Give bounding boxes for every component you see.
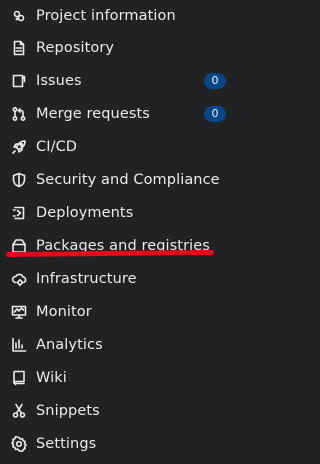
sidebar-item-ci-cd[interactable]: CI/CD: [0, 130, 253, 163]
cloud-gear-icon: [10, 270, 28, 288]
sidebar-item-infrastructure[interactable]: Infrastructure: [0, 262, 253, 295]
sidebar-item-label: Snippets: [36, 402, 100, 419]
sidebar-item-analytics[interactable]: Analytics: [0, 328, 253, 361]
sidebar-item-label: Monitor: [36, 303, 92, 320]
sidebar-item-wiki[interactable]: Wiki: [0, 361, 253, 394]
sidebar-item-monitor[interactable]: Monitor: [0, 295, 253, 328]
monitor-icon: [10, 303, 28, 321]
sidebar-item-label: Security and Compliance: [36, 171, 220, 188]
sidebar-item-deployments[interactable]: Deployments: [0, 196, 253, 229]
sidebar-item-label: Infrastructure: [36, 270, 137, 287]
sidebar-item-packages-and-registries[interactable]: Packages and registries: [0, 229, 253, 262]
issues-count-badge: 0: [204, 72, 226, 89]
sidebar-item-label: Repository: [36, 39, 115, 56]
sidebar-item-issues[interactable]: Issues 0: [0, 64, 253, 97]
document-icon: [10, 39, 28, 57]
sidebar-item-label: Merge requests: [36, 105, 150, 122]
project-icon: [10, 7, 28, 25]
sidebar-item-label: CI/CD: [36, 138, 78, 155]
project-sidebar: Project information Repository Issues 0 …: [0, 0, 253, 464]
sidebar-item-project-information[interactable]: Project information: [0, 0, 253, 32]
chart-icon: [10, 336, 28, 354]
deployments-icon: [10, 204, 28, 222]
sidebar-item-label: Analytics: [36, 336, 103, 353]
scissors-icon: [10, 402, 28, 420]
sidebar-item-repository[interactable]: Repository: [0, 31, 253, 64]
rocket-icon: [10, 138, 28, 156]
sidebar-item-label: Project information: [36, 7, 176, 24]
sidebar-item-snippets[interactable]: Snippets: [0, 394, 253, 427]
issues-icon: [10, 72, 28, 90]
sidebar-item-label: Issues: [36, 72, 82, 89]
sidebar-item-label: Settings: [36, 435, 97, 452]
shield-icon: [10, 171, 28, 189]
sidebar-item-settings[interactable]: Settings: [0, 427, 253, 460]
sidebar-item-label: Wiki: [36, 369, 67, 386]
gear-icon: [10, 435, 28, 453]
book-icon: [10, 369, 28, 387]
sidebar-item-merge-requests[interactable]: Merge requests 0: [0, 97, 253, 130]
merge-requests-count-badge: 0: [204, 105, 226, 122]
merge-request-icon: [10, 105, 28, 123]
sidebar-item-security-and-compliance[interactable]: Security and Compliance: [0, 163, 253, 196]
sidebar-item-label: Deployments: [36, 204, 134, 221]
